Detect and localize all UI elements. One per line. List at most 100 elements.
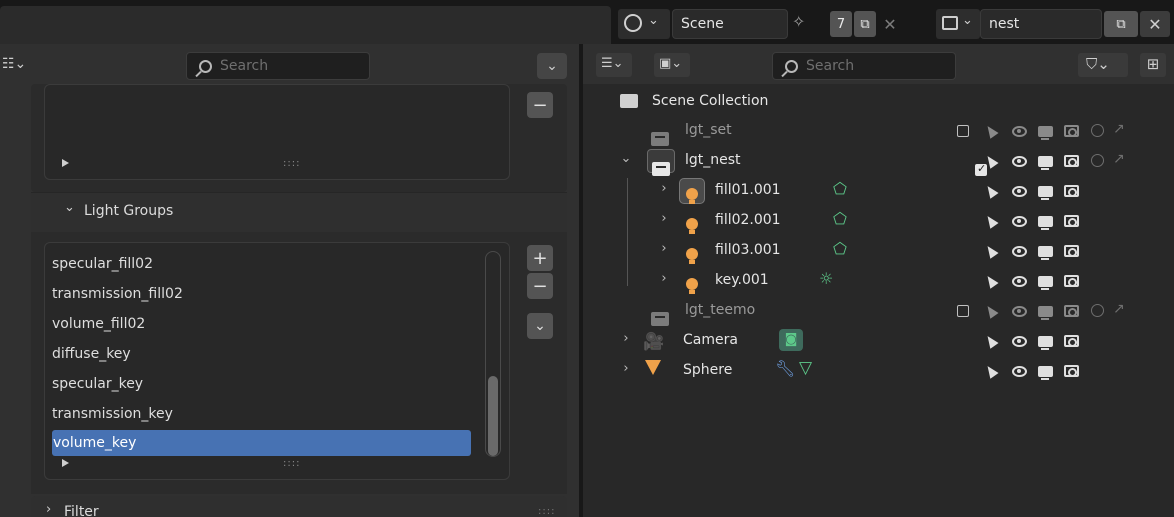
list-item[interactable]: diffuse_key xyxy=(52,341,131,367)
chevron-right-icon[interactable]: › xyxy=(657,271,671,286)
chevron-right-icon[interactable]: › xyxy=(619,331,633,346)
holdout-icon[interactable] xyxy=(1091,304,1104,317)
camera-icon[interactable] xyxy=(1063,213,1079,229)
mesh-data-icon[interactable]: ▽ xyxy=(799,358,812,378)
list-scrollbar-thumb[interactable] xyxy=(488,376,498,456)
select-arrow-icon[interactable] xyxy=(983,363,999,379)
outliner-row[interactable]: ⌄ lgt_nest ↗ xyxy=(583,146,1174,176)
outliner-row[interactable]: › fill03.001 ⬠ xyxy=(583,236,1174,266)
drag-handle[interactable]: :::: xyxy=(538,506,555,517)
area-light-data-icon[interactable]: ⬠ xyxy=(833,179,847,198)
exclude-checkbox[interactable] xyxy=(957,125,969,137)
chevron-right-icon[interactable]: › xyxy=(657,241,671,256)
sun-light-data-icon[interactable]: ☼ xyxy=(819,269,833,288)
outliner-row[interactable]: › fill01.001 ⬠ xyxy=(583,176,1174,206)
properties-search-input[interactable]: Search xyxy=(186,52,370,80)
wrench-icon[interactable]: 🔧︎ xyxy=(775,359,795,378)
outliner-row[interactable]: › 🎥 Camera ◙ xyxy=(583,326,1174,356)
remove-button[interactable]: − xyxy=(527,273,553,299)
eye-icon[interactable] xyxy=(1011,123,1027,139)
list-item[interactable]: transmission_key xyxy=(52,401,173,427)
select-arrow-icon[interactable] xyxy=(983,213,999,229)
outliner-search-input[interactable]: Search xyxy=(772,52,956,80)
specials-dropdown[interactable]: ⌄ xyxy=(527,313,553,339)
eye-icon[interactable] xyxy=(1011,243,1027,259)
eye-icon[interactable] xyxy=(1011,303,1027,319)
outliner-row[interactable]: lgt_teemo ↗ xyxy=(583,296,1174,326)
camera-icon[interactable] xyxy=(1063,363,1079,379)
camera-icon[interactable] xyxy=(1063,333,1079,349)
holdout-icon[interactable] xyxy=(1091,124,1104,137)
outliner-row[interactable]: › Sphere 🔧︎ ▽ xyxy=(583,356,1174,386)
eye-icon[interactable] xyxy=(1011,213,1027,229)
indirect-only-icon[interactable]: ↗ xyxy=(1113,151,1125,167)
close-icon[interactable]: ✕ xyxy=(1140,11,1170,37)
camera-icon[interactable] xyxy=(1063,153,1079,169)
select-arrow-icon[interactable] xyxy=(983,333,999,349)
view-layer-type-dropdown[interactable]: ⌄ xyxy=(936,9,980,39)
view-layer-name-field[interactable]: nest xyxy=(980,9,1102,39)
indirect-only-icon[interactable]: ↗ xyxy=(1113,121,1125,137)
select-arrow-icon[interactable] xyxy=(983,153,999,169)
filter-icon[interactable]: ⛉⌄ xyxy=(1078,53,1128,77)
camera-icon[interactable] xyxy=(1063,303,1079,319)
resize-grip[interactable]: :::: xyxy=(283,458,300,469)
editor-type-dropdown[interactable]: ☰⌄ xyxy=(596,53,632,77)
select-arrow-icon[interactable] xyxy=(983,273,999,289)
scene-name-field[interactable]: Scene xyxy=(672,9,788,39)
chevron-right-icon[interactable]: › xyxy=(657,181,671,196)
new-collection-icon[interactable]: ⊞ xyxy=(1140,53,1166,77)
expand-triangle-icon[interactable] xyxy=(62,459,69,467)
select-arrow-icon[interactable] xyxy=(983,243,999,259)
indirect-only-icon[interactable]: ↗ xyxy=(1113,301,1125,317)
outliner-row[interactable]: › fill02.001 ⬠ xyxy=(583,206,1174,236)
eye-icon[interactable] xyxy=(1011,363,1027,379)
camera-data-icon[interactable]: ◙ xyxy=(779,329,803,351)
filter-section-header[interactable] xyxy=(31,496,567,517)
display-mode-dropdown[interactable]: ▣⌄ xyxy=(654,53,690,77)
duplicate-icon[interactable]: ⧉ xyxy=(854,11,876,37)
monitor-icon[interactable] xyxy=(1037,183,1053,200)
area-light-data-icon[interactable]: ⬠ xyxy=(833,209,847,228)
scene-type-dropdown[interactable]: ⌄ xyxy=(618,9,670,39)
scene-collection-label[interactable]: Scene Collection xyxy=(652,93,768,109)
list-item[interactable]: specular_fill02 xyxy=(52,251,153,277)
eye-icon[interactable] xyxy=(1011,273,1027,289)
outliner-row[interactable]: › key.001 ☼ xyxy=(583,266,1174,296)
chevron-down-icon[interactable]: ⌄ xyxy=(619,151,633,166)
options-dropdown[interactable]: ⌄ xyxy=(537,53,567,79)
camera-icon[interactable] xyxy=(1063,243,1079,259)
list-item-selected[interactable]: volume_key xyxy=(52,430,471,456)
camera-icon[interactable] xyxy=(1063,273,1079,289)
eye-icon[interactable] xyxy=(1011,333,1027,349)
upper-list[interactable] xyxy=(44,84,510,180)
pin-icon[interactable]: ✧ xyxy=(792,12,805,31)
eye-icon[interactable] xyxy=(1011,183,1027,199)
monitor-icon[interactable] xyxy=(1037,333,1053,350)
chevron-right-icon[interactable]: › xyxy=(657,211,671,226)
resize-grip[interactable]: :::: xyxy=(283,158,300,169)
area-light-data-icon[interactable]: ⬠ xyxy=(833,239,847,258)
monitor-icon[interactable] xyxy=(1037,213,1053,230)
chevron-right-icon[interactable]: › xyxy=(619,361,633,376)
list-item[interactable]: transmission_fill02 xyxy=(52,281,183,307)
monitor-icon[interactable] xyxy=(1037,363,1053,380)
select-arrow-icon[interactable] xyxy=(983,183,999,199)
eye-icon[interactable] xyxy=(1011,153,1027,169)
monitor-icon[interactable] xyxy=(1037,303,1053,320)
duplicate-icon[interactable]: ⧉ xyxy=(1104,11,1138,37)
monitor-icon[interactable] xyxy=(1037,153,1053,170)
camera-icon[interactable] xyxy=(1063,183,1079,199)
list-item[interactable]: specular_key xyxy=(52,371,143,397)
camera-icon[interactable] xyxy=(1063,123,1079,139)
editor-type-icon[interactable]: ☷⌄ xyxy=(2,56,26,72)
close-icon[interactable]: ✕ xyxy=(878,11,902,37)
monitor-icon[interactable] xyxy=(1037,243,1053,260)
holdout-icon[interactable] xyxy=(1091,154,1104,167)
outliner-row[interactable]: lgt_set ↗ xyxy=(583,116,1174,146)
expand-triangle-icon[interactable] xyxy=(62,159,69,167)
monitor-icon[interactable] xyxy=(1037,123,1053,140)
monitor-icon[interactable] xyxy=(1037,273,1053,290)
select-arrow-icon[interactable] xyxy=(983,123,999,139)
list-item[interactable]: volume_fill02 xyxy=(52,311,145,337)
